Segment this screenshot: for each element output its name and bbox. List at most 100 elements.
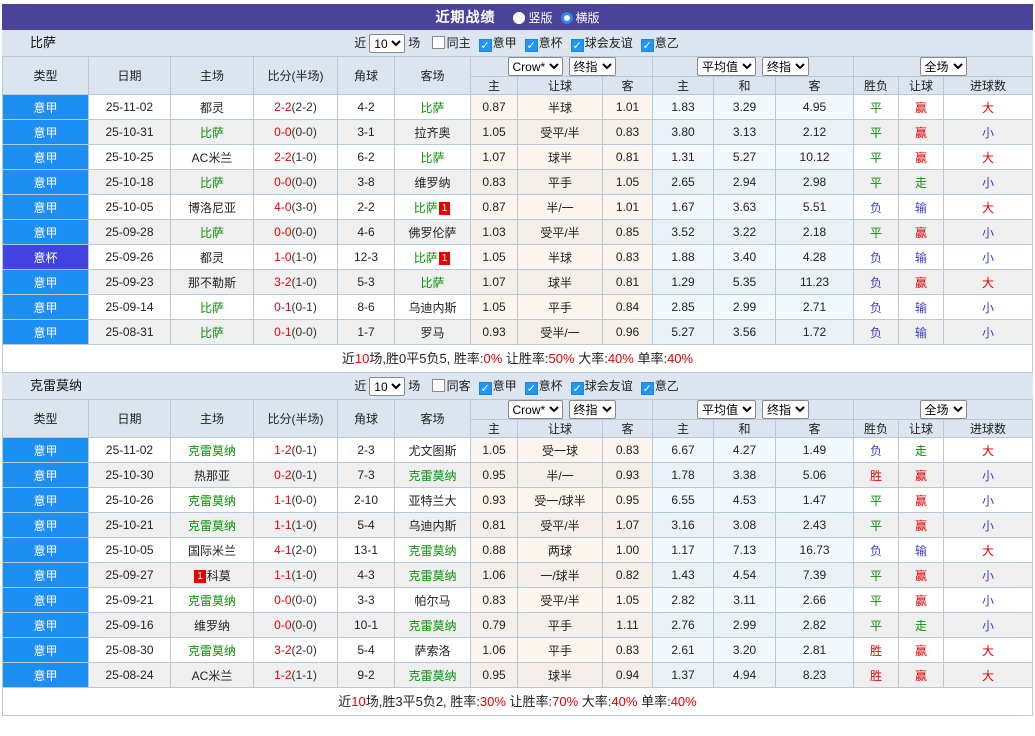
league-checkbox[interactable]: ✓ [524, 382, 538, 395]
column-header: 主场 [170, 56, 254, 95]
league-checkbox[interactable]: ✓ [640, 39, 654, 52]
final-average-select[interactable]: 终指 [762, 57, 810, 76]
match-date-cell: 25-10-30 [88, 462, 171, 488]
result-wdl-cell: 负 [853, 194, 900, 220]
league-checkbox[interactable]: ✓ [570, 39, 584, 52]
halftime-score: (1-1) [291, 668, 317, 682]
match-date-cell: 25-10-05 [88, 194, 171, 220]
page-title: 近期战绩 [435, 9, 496, 25]
average-select[interactable]: 平均值 [697, 57, 757, 76]
halftime-score: (0-0) [291, 225, 317, 239]
final-handicap-select[interactable]: 终指 [568, 57, 616, 76]
horizontal-layout-label: 横版 [575, 11, 600, 25]
team-label: 热那亚 [193, 468, 230, 483]
average-select[interactable]: 平均值 [697, 400, 757, 419]
result-wdl-cell: 胜 [853, 662, 900, 688]
avg-home-cell: 2.85 [652, 294, 715, 320]
home-team-cell: 比萨 [170, 169, 254, 195]
summary-text: 让胜率: [505, 694, 553, 709]
away-team-cell: 乌迪内斯 [394, 294, 471, 320]
avg-away-cell: 7.39 [775, 562, 855, 588]
team-label: 拉齐奥 [414, 125, 451, 140]
match-date-cell: 25-09-16 [88, 612, 171, 638]
match-date-cell: 25-10-25 [88, 144, 171, 170]
match-type-cell: 意甲 [2, 194, 89, 220]
away-team-cell: 罗马 [394, 319, 471, 345]
home-odds-cell: 0.93 [470, 319, 518, 345]
league-filter-group: ✓ 意甲 ✓ 意杯 ✓ 球会友谊 ✓ 意乙 [473, 36, 681, 52]
bookmaker-select[interactable]: Crow* [507, 57, 563, 76]
match-row: 意甲 25-10-05 博洛尼亚 4-0(3-0) 2-2 比萨 1 0.87 半/一 1.01 1… [2, 194, 1034, 220]
home-team-cell: 热那亚 [170, 462, 254, 488]
away-odds-cell: 0.81 [601, 144, 654, 170]
final-average-select[interactable]: 终指 [762, 400, 810, 419]
match-type-cell: 意甲 [2, 119, 89, 145]
away-odds-cell: 1.05 [601, 169, 654, 195]
fulltime-score: 0-0 [274, 175, 292, 189]
bookmaker-select[interactable]: Crow* [507, 400, 563, 419]
team-label: 比萨 [199, 175, 224, 190]
result-goals-cell: 小 [943, 319, 1034, 345]
match-date-cell: 25-08-31 [88, 319, 171, 345]
summary-text: 单率: [637, 694, 671, 709]
league-checkbox[interactable]: ✓ [524, 39, 538, 52]
match-date-cell: 25-10-21 [88, 512, 171, 538]
match-type-cell: 意甲 [2, 269, 89, 295]
avg-away-cell: 10.12 [775, 144, 855, 170]
vertical-layout-radio[interactable] [513, 12, 526, 24]
result-goals-cell: 小 [943, 244, 1034, 270]
avg-home-cell: 1.17 [652, 537, 715, 563]
home-odds-cell: 1.07 [470, 144, 518, 170]
league-checkbox-label: 球会友谊 [584, 36, 633, 50]
result-handicap-cell: 输 [898, 319, 945, 345]
score-cell: 0-0(0-0) [253, 119, 338, 145]
column-header: 胜负 [853, 76, 900, 95]
scope-select[interactable]: 全场 [919, 400, 967, 419]
fulltime-score: 4-0 [274, 200, 292, 214]
result-goals-cell: 小 [943, 294, 1034, 320]
avg-home-cell: 2.61 [652, 637, 715, 663]
result-wdl-cell: 负 [853, 319, 900, 345]
team-label: 克雷莫纳 [408, 668, 457, 683]
recent-count-select[interactable]: 10 [369, 377, 406, 397]
league-checkbox[interactable]: ✓ [478, 39, 492, 52]
team-label: 都灵 [199, 250, 224, 265]
result-goals-cell: 小 [943, 562, 1034, 588]
corner-cell: 5-4 [337, 637, 395, 663]
corner-cell: 13-1 [337, 537, 395, 563]
same-venue-checkbox[interactable] [431, 36, 445, 49]
summary-text: 10 [351, 694, 366, 709]
team-label: 比萨 [199, 225, 224, 240]
title-bar: 近期战绩 竖版 横版 [2, 4, 1033, 30]
handicap-cell: 半球 [517, 244, 603, 270]
summary-text: 40% [667, 351, 694, 366]
final-handicap-select[interactable]: 终指 [568, 400, 616, 419]
column-header: 主 [470, 419, 518, 438]
match-row: 意甲 25-09-14 比萨 0-1(0-1) 8-6 乌迪内斯 1.05 平手 0.84 2.8… [2, 294, 1034, 320]
team-label: 比萨 [413, 200, 438, 215]
summary-text: 单率: [633, 351, 668, 366]
avg-draw-cell: 4.53 [713, 487, 777, 513]
away-team-cell: 比萨 1 [394, 244, 471, 270]
scope-select[interactable]: 全场 [919, 57, 967, 76]
score-cell: 0-0(0-0) [253, 219, 338, 245]
match-row: 意甲 25-11-02 都灵 2-2(2-2) 4-2 比萨 0.87 半球 1.01 1.83 3… [2, 94, 1034, 120]
fulltime-score: 1-1 [274, 568, 292, 582]
league-checkbox[interactable]: ✓ [570, 382, 584, 395]
horizontal-layout-radio[interactable] [560, 12, 573, 24]
home-team-cell: 都灵 [170, 94, 254, 120]
same-venue-checkbox[interactable] [431, 379, 445, 392]
recent-count-select[interactable]: 10 [369, 34, 406, 54]
column-header: 客 [775, 419, 855, 438]
result-handicap-cell: 赢 [898, 219, 945, 245]
avg-home-cell: 1.78 [652, 462, 715, 488]
filter-controls: 近 10 场 同客 ✓ 意甲 ✓ 意杯 ✓ 球会友谊 ✓ 意乙 [354, 377, 680, 397]
avg-away-cell: 2.43 [775, 512, 855, 538]
match-type-cell: 意甲 [2, 462, 89, 488]
league-checkbox[interactable]: ✓ [640, 382, 654, 395]
fulltime-score: 0-0 [274, 593, 292, 607]
summary-row: 近10场,胜0平5负5, 胜率:0% 让胜率:50% 大率:40% 单率:40% [2, 345, 1033, 373]
away-odds-cell: 0.83 [601, 119, 654, 145]
result-wdl-cell: 胜 [853, 637, 900, 663]
league-checkbox[interactable]: ✓ [478, 382, 492, 395]
